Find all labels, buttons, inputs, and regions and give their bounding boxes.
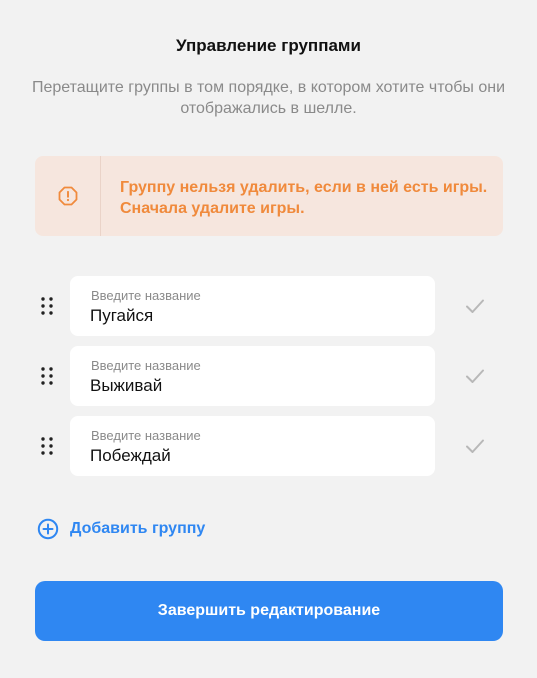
group-name-field[interactable]: Введите название — [70, 346, 435, 406]
group-row: Введите название — [0, 346, 537, 406]
alert-octagon-icon — [58, 186, 77, 206]
group-name-field[interactable]: Введите название — [70, 416, 435, 476]
group-row: Введите название — [0, 276, 537, 336]
group-name-label: Введите название — [91, 288, 201, 303]
confirm-check-icon[interactable] — [462, 294, 488, 318]
group-name-input[interactable] — [90, 445, 420, 467]
drag-handle-icon[interactable] — [38, 436, 56, 456]
warning-text: Группу нельзя удалить, если в ней есть и… — [120, 179, 488, 217]
confirm-check-icon[interactable] — [462, 434, 488, 458]
finish-editing-button[interactable]: Завершить редактирование — [35, 581, 503, 641]
dialog-subtitle: Перетащите группы в том порядке, в котор… — [31, 79, 506, 117]
warning-icon-container — [35, 156, 101, 236]
add-group-button[interactable]: Добавить группу — [37, 517, 205, 541]
confirm-check-icon[interactable] — [462, 364, 488, 388]
group-name-input[interactable] — [90, 305, 420, 327]
plus-circle-icon — [37, 518, 59, 540]
group-name-label: Введите название — [91, 358, 201, 373]
group-row: Введите название — [0, 416, 537, 476]
group-name-field[interactable]: Введите название — [70, 276, 435, 336]
dialog-title: Управление группами — [176, 36, 361, 55]
drag-handle-icon[interactable] — [38, 296, 56, 316]
add-group-label: Добавить группу — [70, 520, 206, 537]
warning-banner: Группу нельзя удалить, если в ней есть и… — [35, 156, 503, 236]
group-name-input[interactable] — [90, 375, 420, 397]
group-name-label: Введите название — [91, 428, 201, 443]
drag-handle-icon[interactable] — [38, 366, 56, 386]
manage-groups-dialog: Управление группами Перетащите группы в … — [0, 0, 537, 678]
